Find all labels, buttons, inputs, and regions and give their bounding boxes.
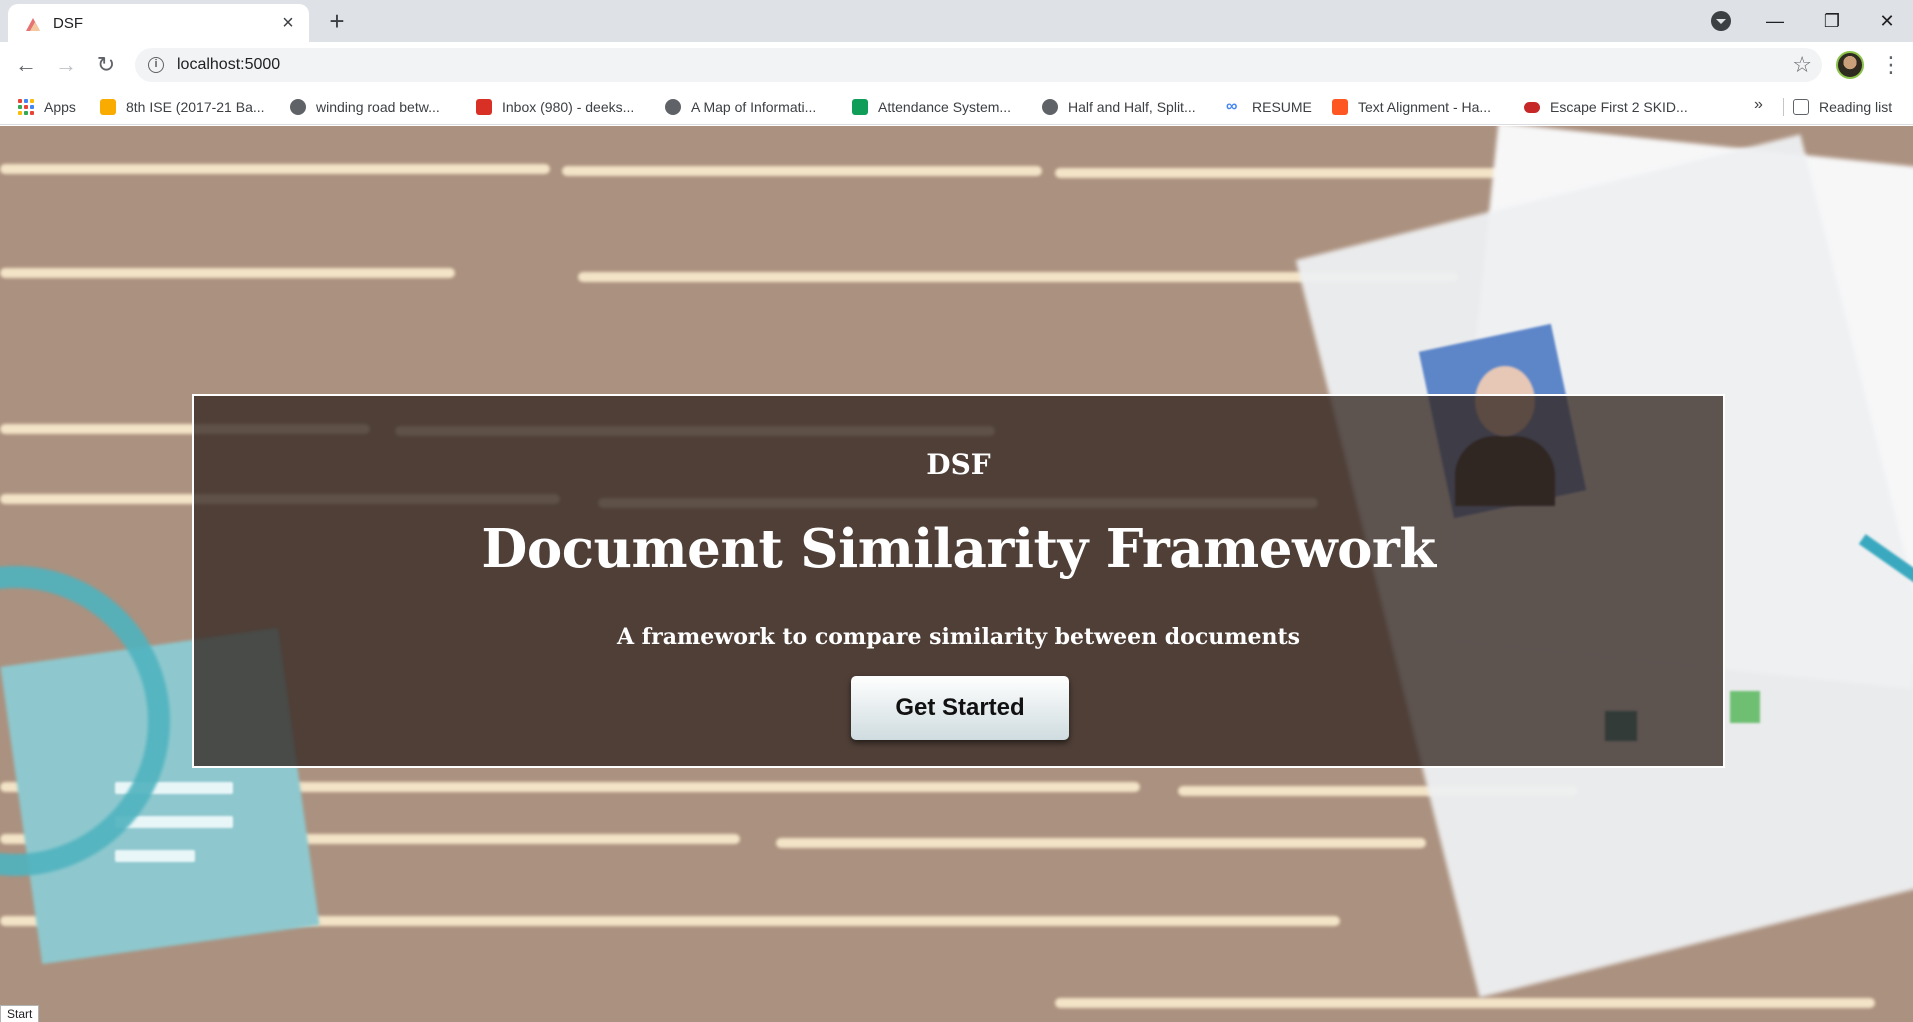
gmail-icon [476,99,492,115]
tab-strip: DSF × + — ❐ ✕ [0,0,1913,42]
reload-icon[interactable]: ↻ [90,49,122,81]
menu-kebab-icon[interactable]: ⋮ [1880,50,1902,80]
bookmark-item[interactable]: Half and Half, Split... [1042,96,1196,118]
infinity-icon: ∞ [1226,98,1238,115]
profile-avatar[interactable] [1836,51,1864,79]
gamepad-icon [1524,101,1540,113]
page-viewport: DSF Document Similarity Framework A fram… [0,126,1913,1022]
bookmark-label: Escape First 2 SKID... [1550,99,1688,115]
bookmark-label: Text Alignment - Ha... [1358,99,1492,115]
apps-grid-icon [18,99,34,115]
new-tab-button[interactable]: + [323,7,351,35]
classroom-icon [100,99,116,115]
reading-list-icon [1793,99,1809,115]
tab-search-icon[interactable] [1711,11,1731,31]
bookmark-label: RESUME [1252,99,1312,115]
status-bubble: Start [0,1005,40,1022]
restore-button[interactable]: ❐ [1809,6,1855,36]
bookmark-label: A Map of Informati... [691,99,817,115]
page-subtitle: A framework to compare similarity betwee… [616,624,1301,650]
bookmark-apps[interactable]: Apps [18,96,76,118]
bookmark-item[interactable]: 8th ISE (2017-21 Ba... [100,96,265,118]
globe-icon [290,99,306,115]
bookmark-item[interactable]: ∞ RESUME [1226,96,1312,118]
blogger-icon [1332,99,1348,115]
browser-toolbar: ← → ↻ i localhost:5000 ☆ ⋮ [0,42,1913,88]
close-window-button[interactable]: ✕ [1864,6,1910,36]
minimize-button[interactable]: — [1752,6,1798,36]
divider [1783,98,1784,116]
bookmark-label: Attendance System... [878,99,1012,115]
hero-panel: DSF Document Similarity Framework A fram… [192,394,1725,768]
globe-icon [665,99,681,115]
bookmark-label: 8th ISE (2017-21 Ba... [126,99,265,115]
address-bar[interactable]: i localhost:5000 ☆ [135,48,1822,82]
url-text[interactable]: localhost:5000 [177,56,280,74]
bookmark-item[interactable]: Escape First 2 SKID... [1524,96,1688,118]
bookmark-item[interactable]: A Map of Informati... [665,96,816,118]
site-info-icon[interactable]: i [148,57,164,73]
bookmark-label: Inbox (980) - deeks... [502,99,635,115]
close-tab-icon[interactable]: × [277,12,299,34]
forward-arrow-icon[interactable]: → [50,49,82,81]
bookmark-label: Half and Half, Split... [1068,99,1196,115]
page-title: Document Similarity Framework [481,518,1436,580]
globe-icon [1042,99,1058,115]
tab-dsf[interactable]: DSF × [8,4,309,42]
bookmark-item[interactable]: Attendance System... [852,96,1011,118]
reading-list-button[interactable]: Reading list [1793,96,1892,118]
site-favicon-icon [26,18,40,31]
bookmark-label: winding road betw... [316,99,440,115]
sheets-icon [852,99,868,115]
bookmarks-overflow-button[interactable]: » [1754,96,1763,114]
bookmark-item[interactable]: Inbox (980) - deeks... [476,96,634,118]
bookmark-item[interactable]: Text Alignment - Ha... [1332,96,1491,118]
reading-list-label: Reading list [1819,99,1893,115]
bookmark-item[interactable]: winding road betw... [290,96,440,118]
back-arrow-icon[interactable]: ← [10,49,42,81]
get-started-button[interactable]: Get Started [851,676,1069,740]
tab-title: DSF [53,15,83,32]
bookmark-label: Apps [44,99,76,115]
bookmarks-bar: Apps 8th ISE (2017-21 Ba... winding road… [0,88,1913,125]
brand-name: DSF [926,448,991,481]
bookmark-star-icon[interactable]: ☆ [1792,52,1812,78]
